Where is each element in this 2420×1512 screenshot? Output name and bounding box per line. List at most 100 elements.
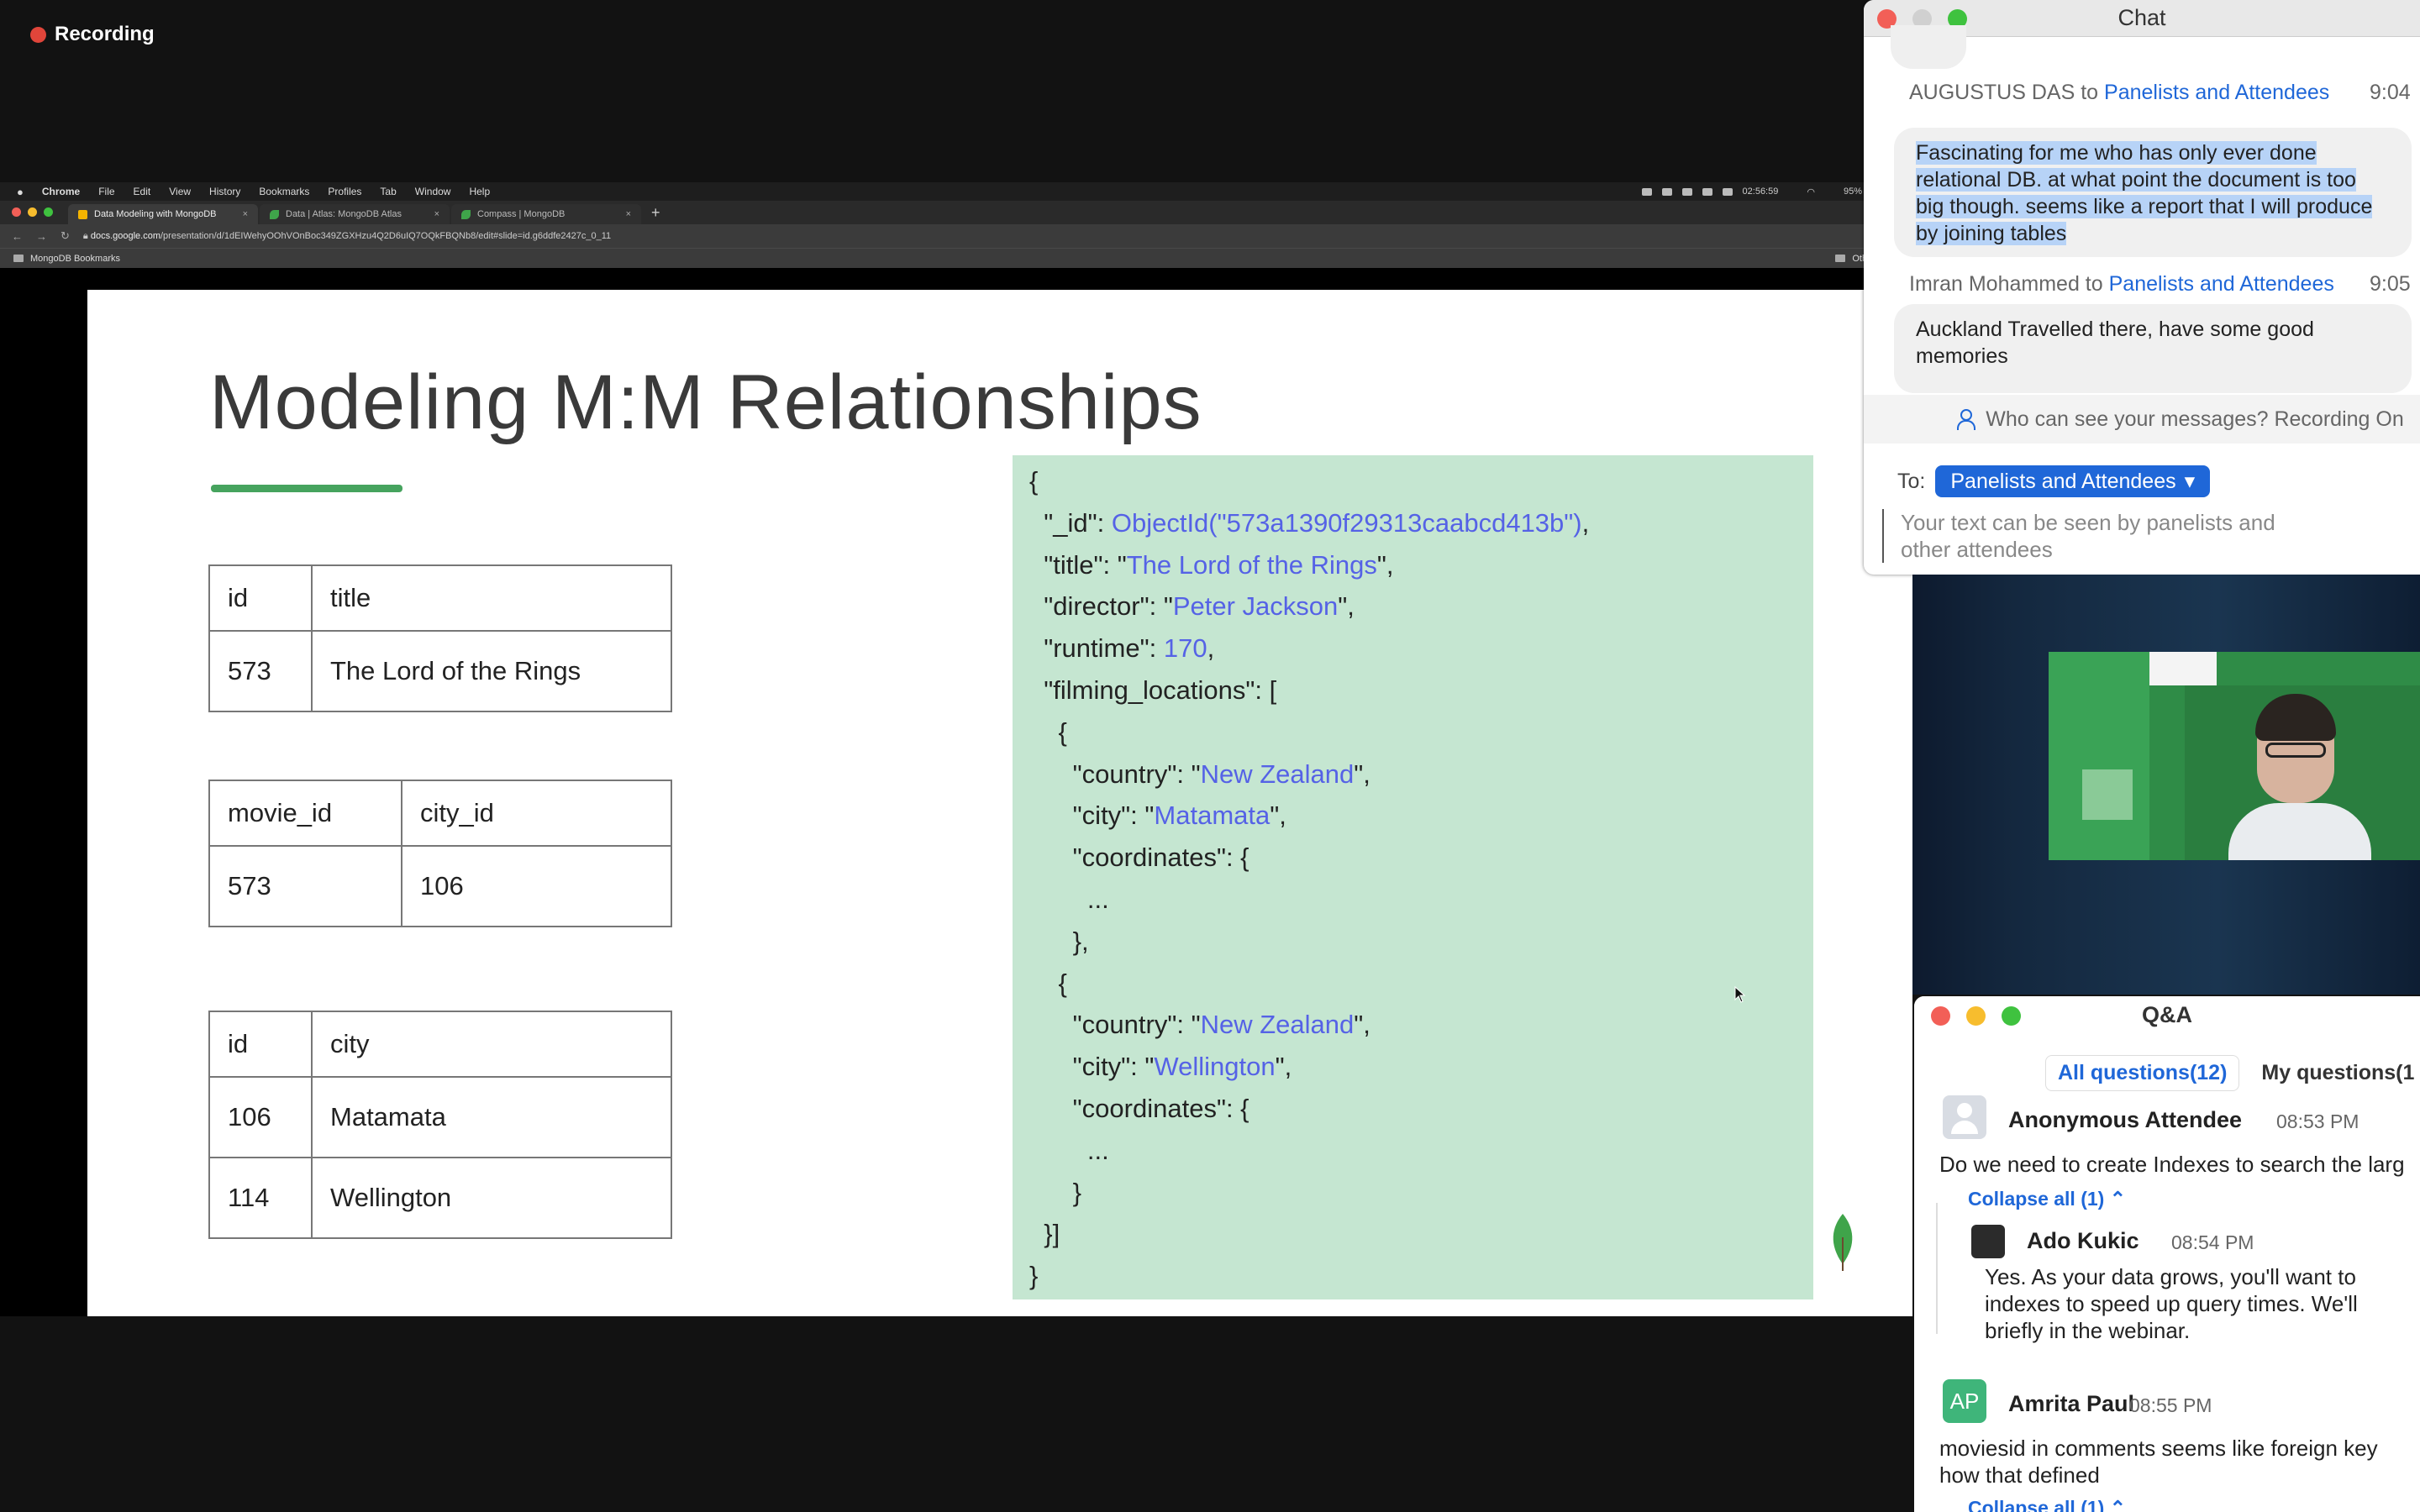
json-value: Matamata [1154, 801, 1270, 831]
qa-title: Q&A [2142, 1001, 2192, 1027]
json-value: Peter Jackson [1172, 591, 1339, 622]
url-path: /presentation/d/1dEIWehyOOhVOnBoc349ZGXH… [160, 230, 612, 241]
browser-tab-compass[interactable]: Compass | MongoDB × [451, 204, 641, 224]
privacy-notice[interactable]: Who can see your messages? Recording On [1864, 395, 2420, 444]
menu-file[interactable]: File [98, 186, 114, 197]
wifi-icon[interactable]: ◠ [1807, 186, 1815, 197]
code-line: }, [1029, 926, 1089, 956]
zoom-window-icon[interactable] [2002, 1006, 2021, 1026]
battery-level-icon[interactable] [1722, 187, 1733, 196]
recipient-link[interactable]: Panelists and Attendees [2109, 272, 2334, 296]
qa-question: moviesid in comments seems like foreign … [1939, 1436, 2378, 1461]
code-line: { [1029, 717, 1067, 747]
table-row: 106 Matamata [208, 1076, 672, 1158]
menu-bookmarks[interactable]: Bookmarks [259, 186, 309, 197]
movies-table: id title 573 The Lord of the Rings [208, 564, 672, 712]
mongodb-favicon-icon [270, 209, 279, 219]
close-tab-icon[interactable]: × [626, 209, 631, 219]
minimize-window-icon[interactable] [28, 207, 37, 217]
qa-time: 08:54 PM [2171, 1231, 2254, 1253]
code-line: ... [1029, 884, 1109, 914]
mouse-cursor-icon [1734, 986, 1746, 1003]
menu-history[interactable]: History [209, 186, 240, 197]
table-header: id [208, 564, 313, 632]
menu-help[interactable]: Help [469, 186, 490, 197]
tab-my-questions[interactable]: My questions(1 [2261, 1055, 2414, 1091]
table-header-row: id city [208, 1011, 672, 1078]
apple-icon[interactable]: ● [17, 186, 24, 198]
status-icon[interactable] [1661, 187, 1672, 196]
tab-label: Compass | MongoDB [477, 209, 566, 219]
qa-tabs: All questions(12) My questions(1 [2045, 1055, 2414, 1091]
tab-all-questions[interactable]: All questions(12) [2045, 1055, 2240, 1091]
collapse-all-link[interactable]: Collapse all (1) ⌃ [1968, 1188, 2126, 1210]
reload-icon[interactable]: ↻ [60, 229, 70, 243]
bookmark-folder[interactable]: MongoDB Bookmarks [30, 254, 120, 264]
forward-icon[interactable]: → [36, 230, 47, 243]
new-tab-button[interactable]: + [643, 204, 669, 224]
qa-question: Do we need to create Indexes to search t… [1939, 1152, 2405, 1177]
status-icon[interactable] [1641, 187, 1652, 196]
table-cell: 106 [208, 1076, 313, 1158]
status-icon[interactable] [1681, 187, 1692, 196]
recipient-link[interactable]: Panelists and Attendees [2104, 81, 2329, 104]
table-row: 114 Wellington [208, 1157, 672, 1239]
lock-icon: 🔒︎ [82, 230, 88, 241]
table-header: id [208, 1011, 313, 1078]
caret-down-icon: ▾ [2184, 470, 2196, 493]
display-icon[interactable] [1702, 187, 1712, 196]
to-label: To: [1897, 469, 1926, 493]
code-line: { [1029, 968, 1067, 998]
menu-window[interactable]: Window [415, 186, 451, 197]
slides-favicon-icon [78, 209, 87, 219]
qa-answer-line: briefly in the webinar. [1985, 1318, 2191, 1343]
table-header: movie_id [208, 780, 402, 847]
recipient-dropdown[interactable]: Panelists and Attendees ▾ [1935, 465, 2211, 497]
menu-app-name[interactable]: Chrome [42, 186, 80, 197]
table-cell: 573 [208, 630, 313, 712]
chat-input[interactable]: Your text can be seen by panelists and o… [1882, 509, 2319, 563]
close-tab-icon[interactable]: × [243, 209, 248, 219]
join-table: movie_id city_id 573 106 [208, 780, 672, 927]
table-row: 573 106 [208, 845, 672, 927]
zoom-window-icon[interactable] [44, 207, 53, 217]
shared-screen: ● Chrome File Edit View History Bookmark… [0, 182, 1912, 1316]
code-line: ... [1029, 1135, 1109, 1165]
browser-tab-atlas[interactable]: Data | Atlas: MongoDB Atlas × [260, 204, 450, 224]
table-header-row: movie_id city_id [208, 780, 672, 847]
address-bar[interactable]: 🔒︎ docs.google.com/presentation/d/1dEIWe… [83, 231, 1881, 242]
menu-edit[interactable]: Edit [134, 186, 151, 197]
cities-table: id city 106 Matamata 114 Wellington [208, 1011, 672, 1239]
table-row: 573 The Lord of the Rings [208, 630, 672, 712]
qa-author: Anonymous Attendee [2008, 1107, 2243, 1132]
close-window-icon[interactable] [12, 207, 21, 217]
back-icon[interactable]: ← [12, 230, 23, 243]
qa-time: 08:55 PM [2129, 1394, 2212, 1416]
speaker-video[interactable] [2049, 652, 2420, 860]
menu-tab[interactable]: Tab [380, 186, 396, 197]
minimize-window-icon[interactable] [1966, 1006, 1986, 1026]
code-line: "runtime": 170, [1029, 633, 1215, 664]
collapse-all-link[interactable]: Collapse all (1) ⌃ [1968, 1497, 2126, 1512]
mongodb-favicon-icon [461, 209, 471, 219]
record-dot-icon [30, 26, 46, 43]
battery-percent: 95% [1843, 186, 1862, 197]
menu-profiles[interactable]: Profiles [328, 186, 361, 197]
tab-label: Data Modeling with MongoDB [94, 209, 217, 219]
table-header: city_id [401, 780, 672, 847]
close-window-icon[interactable] [1931, 1006, 1950, 1026]
qa-time: 08:53 PM [2276, 1110, 2360, 1132]
message-time: 9:04 [2370, 81, 2411, 104]
title-underline [211, 485, 402, 492]
menu-view[interactable]: View [169, 186, 191, 197]
recording-indicator: Recording [30, 23, 155, 46]
code-line: } [1029, 1177, 1082, 1207]
answer-thread-line [1936, 1203, 1938, 1334]
close-tab-icon[interactable]: × [434, 209, 439, 219]
folder-icon [13, 255, 24, 262]
presentation-slide: Modeling M:M Relationships id title 573 … [87, 290, 1912, 1316]
code-line: }] [1029, 1219, 1060, 1249]
message-header: Imran Mohammed to Panelists and Attendee… [1909, 272, 2334, 296]
json-value: The Lord of the Rings [1126, 549, 1377, 580]
browser-tab-slides[interactable]: Data Modeling with MongoDB × [68, 204, 258, 224]
